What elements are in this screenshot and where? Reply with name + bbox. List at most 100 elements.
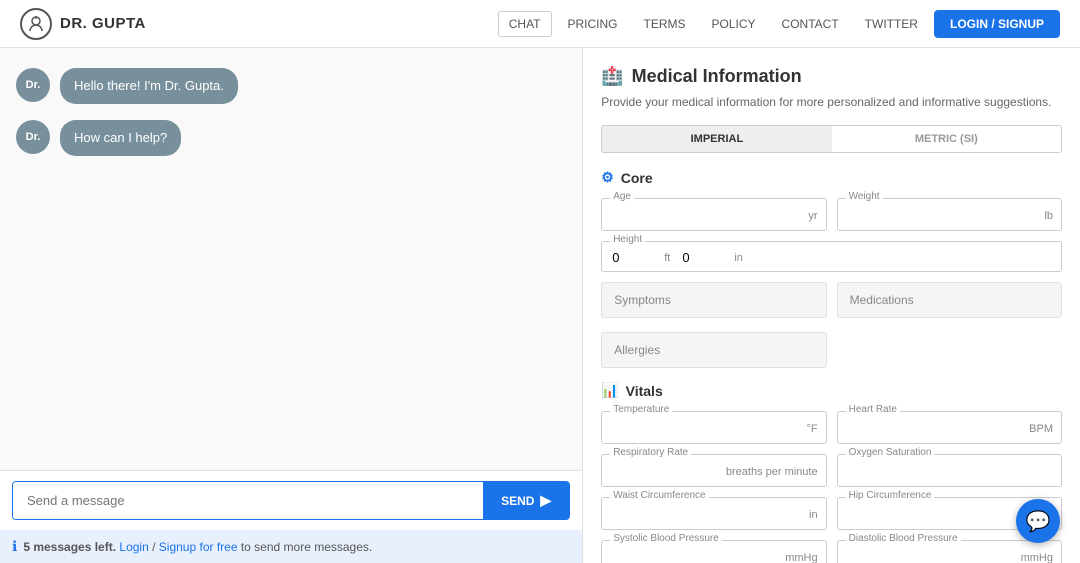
weight-unit: lb [1044,210,1053,222]
chat-input-area: SEND ▶ [0,470,582,530]
waist-input[interactable] [612,506,815,523]
hip-label: Hip Circumference [846,490,935,501]
age-field: Age yr [601,198,826,231]
temperature-unit: °F [806,423,817,435]
core-title-text: Core [621,170,653,186]
core-icon: ⚙ [601,169,614,186]
weight-input[interactable] [848,207,1051,224]
medical-subtitle: Provide your medical information for mor… [601,93,1062,111]
vitals-section-title: 📊 Vitals [601,382,1062,399]
nav-contact[interactable]: CONTACT [772,12,849,36]
nav-chat[interactable]: CHAT [498,11,552,37]
bubble-2: How can I help? [60,120,181,156]
symptoms-field[interactable]: Symptoms [601,282,826,318]
height-in-input[interactable] [682,250,722,265]
oxygen-label: Oxygen Saturation [846,447,935,458]
height-in-unit: in [734,252,743,264]
medical-title-text: Medical Information [632,66,802,87]
temp-heartrate-row: Temperature °F Heart Rate BPM [601,411,1062,444]
tab-imperial[interactable]: IMPERIAL [602,126,831,152]
main-content: Dr. Hello there! I'm Dr. Gupta. Dr. How … [0,48,1080,563]
systolic-field: Systolic Blood Pressure mmHg [601,540,826,563]
temperature-field: Temperature °F [601,411,826,444]
symptoms-allergies-row: Symptoms Medications [601,282,1062,318]
systolic-unit: mmHg [785,552,817,563]
send-label: SEND [501,494,534,508]
send-arrow-icon: ▶ [540,492,551,509]
chat-messages: Dr. Hello there! I'm Dr. Gupta. Dr. How … [0,48,582,470]
logo-icon [20,8,52,40]
temperature-input[interactable] [612,420,815,437]
medical-icon: 🏥 [601,66,623,87]
waist-field: Waist Circumference in [601,497,826,530]
systolic-label: Systolic Blood Pressure [610,533,722,544]
login-signup-button[interactable]: LOGIN / SIGNUP [934,10,1060,38]
nav-twitter[interactable]: TWITTER [855,12,928,36]
age-input[interactable] [612,207,815,224]
height-ft-unit: ft [664,252,670,264]
respiratory-unit: breaths per minute [726,466,818,478]
tab-metric[interactable]: METRIC (SI) [832,126,1061,152]
avatar-2: Dr. [16,120,50,154]
logo-text: DR. GUPTA [60,15,146,32]
oxygen-input[interactable] [848,463,1051,480]
send-button[interactable]: SEND ▶ [483,482,569,519]
chat-fab-button[interactable]: 💬 [1016,499,1060,543]
respiratory-rate-field: Respiratory Rate breaths per minute [601,454,826,487]
vitals-icon: 📊 [601,382,618,399]
resp-oxygen-row: Respiratory Rate breaths per minute Oxyg… [601,454,1062,487]
header: DR. GUPTA CHAT PRICING TERMS POLICY CONT… [0,0,1080,48]
login-link[interactable]: Login [119,540,148,554]
temperature-label: Temperature [610,404,672,415]
nav-policy[interactable]: POLICY [702,12,766,36]
diastolic-label: Diastolic Blood Pressure [846,533,961,544]
unit-tabs: IMPERIAL METRIC (SI) [601,125,1062,153]
logo: DR. GUPTA [20,8,146,40]
bp-row: Systolic Blood Pressure mmHg Diastolic B… [601,540,1062,563]
messages-left-text: 5 messages left. Login / Signup for free… [23,540,372,554]
nav-pricing[interactable]: PRICING [558,12,628,36]
message-2: Dr. How can I help? [16,120,566,156]
diastolic-unit: mmHg [1021,552,1053,563]
header-nav: CHAT PRICING TERMS POLICY CONTACT TWITTE… [498,10,1060,38]
core-section-title: ⚙ Core [601,169,1062,186]
footer-separator: / [152,540,159,554]
vitals-title-text: Vitals [626,383,663,399]
chat-panel: Dr. Hello there! I'm Dr. Gupta. Dr. How … [0,48,583,563]
medications-field[interactable]: Medications [837,282,1062,318]
signup-link[interactable]: Signup for free [159,540,238,554]
chat-input-row: SEND ▶ [12,481,570,520]
bubble-1: Hello there! I'm Dr. Gupta. [60,68,238,104]
chat-input[interactable] [13,482,483,519]
medical-title-row: 🏥 Medical Information [601,66,1062,87]
chat-fab-icon: 💬 [1026,509,1051,534]
weight-label: Weight [846,191,883,202]
waist-hip-row: Waist Circumference in Hip Circumference… [601,497,1062,530]
message-1: Dr. Hello there! I'm Dr. Gupta. [16,68,566,104]
medical-panel: 🏥 Medical Information Provide your medic… [583,48,1080,563]
nav-terms[interactable]: TERMS [634,12,696,36]
allergies-row: Allergies [601,332,1062,368]
height-row: Height ft in [601,241,1062,272]
messages-left-count: 5 messages left. [23,540,116,554]
heart-rate-field: Heart Rate BPM [837,411,1062,444]
chat-footer: ℹ 5 messages left. Login / Signup for fr… [0,530,582,563]
footer-suffix: to send more messages. [241,540,372,554]
diastolic-field: Diastolic Blood Pressure mmHg [837,540,1062,563]
height-label: Height [610,234,645,245]
weight-field: Weight lb [837,198,1062,231]
respiratory-label: Respiratory Rate [610,447,691,458]
age-unit: yr [808,210,817,222]
heart-rate-unit: BPM [1029,423,1053,435]
oxygen-saturation-field: Oxygen Saturation [837,454,1062,487]
info-icon: ℹ [12,538,17,555]
waist-unit: in [809,509,818,521]
waist-label: Waist Circumference [610,490,708,501]
heart-rate-label: Heart Rate [846,404,900,415]
core-age-weight-row: Age yr Weight lb [601,198,1062,231]
avatar-1: Dr. [16,68,50,102]
allergies-field[interactable]: Allergies [601,332,826,368]
heart-rate-input[interactable] [848,420,1051,437]
height-ft-input[interactable] [612,250,652,265]
age-label: Age [610,191,634,202]
